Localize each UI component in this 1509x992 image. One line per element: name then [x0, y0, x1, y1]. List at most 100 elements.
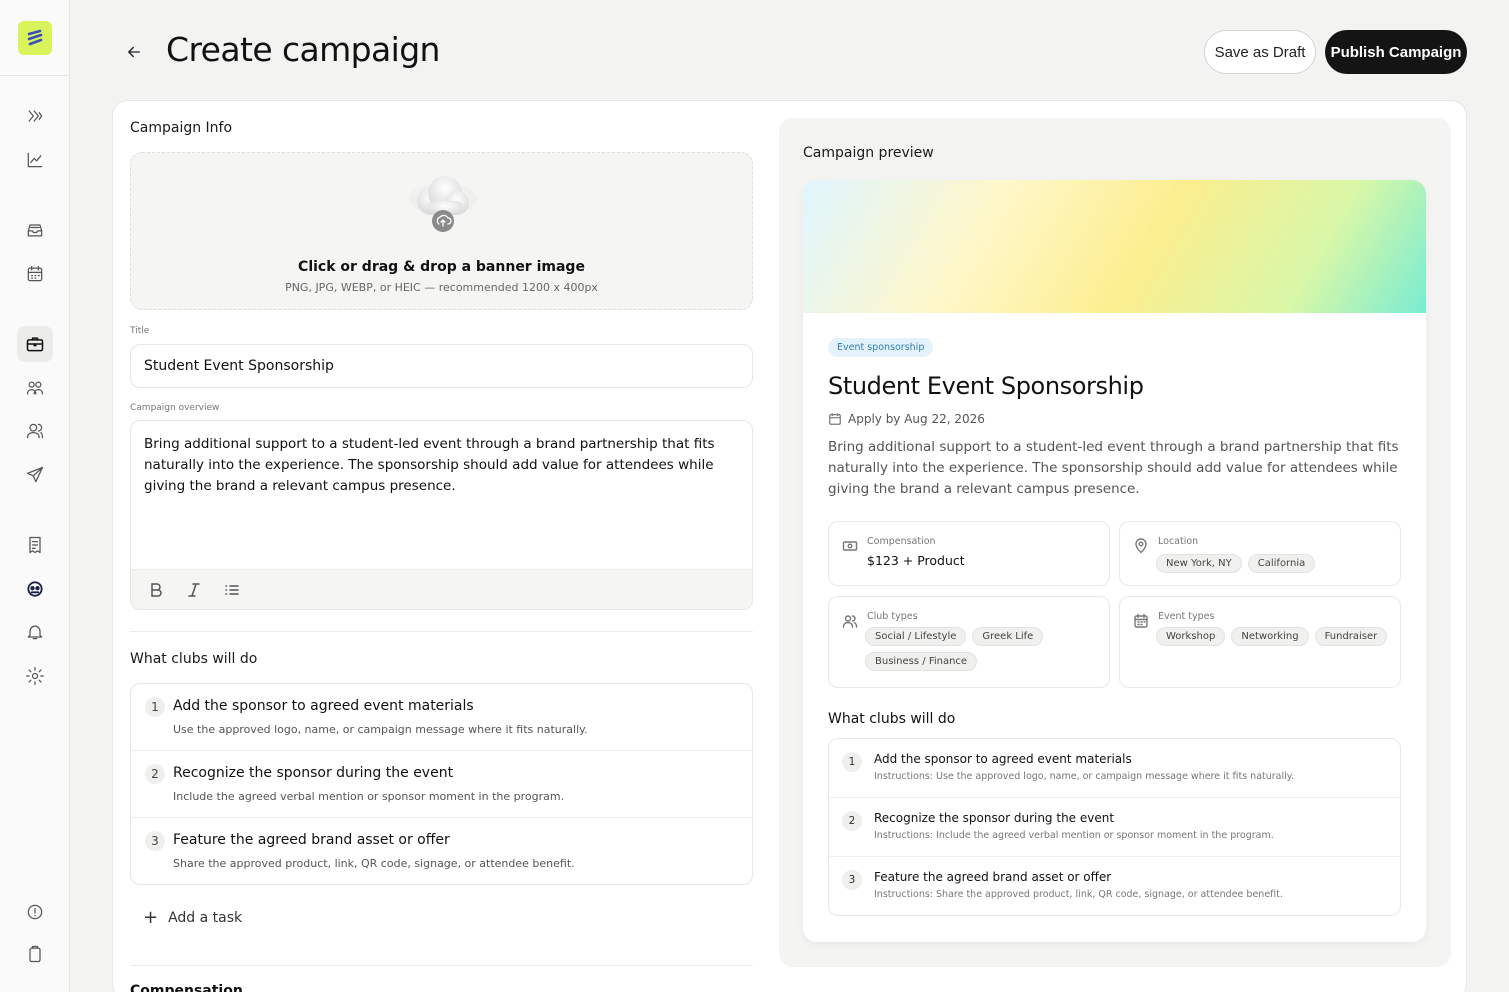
- apply-by-text: Apply by Aug 22, 2026: [848, 412, 985, 426]
- calendar-icon: [1133, 613, 1149, 629]
- task-list: 1 Add the sponsor to agreed event materi…: [130, 683, 753, 885]
- event-type-pills: Workshop Networking Fundraiser: [1156, 627, 1396, 646]
- dropzone-hint: PNG, JPG, WEBP, or HEIC — recommended 12…: [285, 281, 598, 294]
- section-divider: [130, 965, 753, 966]
- task-row[interactable]: 2 Recognize the sponsor during the event…: [131, 751, 752, 818]
- event-type-pill: Networking: [1231, 627, 1309, 646]
- send-icon[interactable]: [17, 457, 53, 493]
- overview-value: Bring additional support to a student-le…: [144, 436, 715, 494]
- location-label: Location: [1158, 536, 1199, 547]
- section-divider: [130, 631, 753, 632]
- cloud-upload-icon: [407, 169, 479, 233]
- clipboard-icon[interactable]: [17, 936, 53, 972]
- analytics-icon[interactable]: [17, 142, 53, 178]
- event-types-box: Event types Workshop Networking Fundrais…: [1119, 596, 1401, 688]
- bell-icon[interactable]: [17, 614, 53, 650]
- title-label: Title: [130, 326, 150, 336]
- location-pill: New York, NY: [1156, 554, 1242, 573]
- event-types-label: Event types: [1158, 611, 1215, 622]
- preview-task-row: 1 Add the sponsor to agreed event materi…: [829, 739, 1400, 798]
- compensation-value: $123 + Product: [867, 553, 965, 568]
- overview-textarea[interactable]: Bring additional support to a student-le…: [130, 420, 753, 610]
- bold-icon[interactable]: [147, 581, 165, 599]
- preview-task-list: 1 Add the sponsor to agreed event materi…: [828, 738, 1401, 916]
- club-type-pill: Greek Life: [972, 627, 1044, 646]
- publish-campaign-button[interactable]: Publish Campaign: [1325, 30, 1467, 74]
- task-row[interactable]: 1 Add the sponsor to agreed event materi…: [131, 684, 752, 751]
- task-description: Include the agreed verbal mention or spo…: [173, 790, 565, 803]
- task-title: Add the sponsor to agreed event material…: [173, 698, 474, 714]
- add-task-label: Add a task: [168, 910, 243, 926]
- support-icon[interactable]: [17, 571, 53, 607]
- task-number: 1: [145, 697, 165, 717]
- back-button[interactable]: [114, 32, 154, 72]
- preview-task-row: 2 Recognize the sponsor during the event…: [829, 798, 1400, 857]
- location-box: Location New York, NY California: [1119, 521, 1401, 586]
- location-pill: California: [1247, 554, 1316, 573]
- preview-banner: [803, 180, 1426, 313]
- task-number: 3: [842, 870, 862, 890]
- logo-icon: [27, 29, 42, 45]
- app-logo[interactable]: [17, 20, 52, 55]
- task-number: 2: [145, 764, 165, 784]
- location-pills: New York, NY California: [1156, 554, 1396, 573]
- task-instructions: Instructions: Share the approved product…: [874, 889, 1283, 900]
- task-number: 1: [842, 752, 862, 772]
- logo-area: [0, 0, 69, 76]
- compensation-box: Compensation $123 + Product: [828, 521, 1110, 586]
- event-type-pill: Fundraiser: [1314, 627, 1388, 646]
- receipt-icon[interactable]: [17, 527, 53, 563]
- calendar-icon: [829, 413, 841, 425]
- preview-overview: Bring additional support to a student-le…: [828, 439, 1399, 497]
- arrow-left-icon: [128, 46, 140, 58]
- campaign-info-heading: Campaign Info: [130, 120, 233, 136]
- club-type-pills: Social / Lifestyle Greek Life Business /…: [865, 627, 1105, 671]
- preview-heading: Campaign preview: [803, 145, 934, 161]
- preview-tasks-heading: What clubs will do: [828, 711, 956, 727]
- text-format-toolbar: [131, 569, 752, 609]
- task-description: Share the approved product, link, QR cod…: [173, 857, 575, 870]
- task-instructions: Instructions: Use the approved logo, nam…: [874, 771, 1295, 782]
- chevrons-icon[interactable]: [17, 98, 53, 134]
- title-input[interactable]: Student Event Sponsorship: [130, 344, 753, 388]
- task-title: Feature the agreed brand asset or offer: [874, 870, 1112, 884]
- event-type-pill: Workshop: [1156, 627, 1226, 646]
- calendar-icon[interactable]: [17, 256, 53, 292]
- sidebar: [0, 0, 70, 992]
- compensation-heading: Compensation: [130, 983, 243, 992]
- category-tag: Event sponsorship: [828, 338, 934, 357]
- bullet-list-icon[interactable]: [223, 581, 241, 599]
- club-type-pill: Social / Lifestyle: [865, 627, 967, 646]
- task-number: 3: [145, 831, 165, 851]
- groups-icon[interactable]: [17, 370, 53, 406]
- club-types-label: Club types: [867, 611, 918, 622]
- alert-icon[interactable]: [17, 894, 53, 930]
- inbox-icon[interactable]: [17, 212, 53, 248]
- users-icon: [842, 613, 858, 629]
- preview-card: Event sponsorship Student Event Sponsors…: [803, 180, 1426, 942]
- task-title: Feature the agreed brand asset or offer: [173, 832, 450, 848]
- task-description: Use the approved logo, name, or campaign…: [173, 723, 588, 736]
- task-title: Recognize the sponsor during the event: [874, 811, 1115, 825]
- banner-dropzone[interactable]: Click or drag & drop a banner image PNG,…: [130, 152, 753, 310]
- campaign-form-card: Campaign Info Click or drag & drop a ban…: [112, 100, 1467, 992]
- task-title: Recognize the sponsor during the event: [173, 765, 454, 781]
- users-icon[interactable]: [17, 413, 53, 449]
- gear-icon[interactable]: [17, 658, 53, 694]
- club-types-box: Club types Social / Lifestyle Greek Life…: [828, 596, 1110, 688]
- location-pin-icon: [1133, 538, 1149, 554]
- club-type-pill: Business / Finance: [865, 652, 978, 671]
- page-title: Create campaign: [166, 30, 440, 69]
- add-task-button[interactable]: + Add a task: [143, 909, 242, 927]
- preview-task-row: 3 Feature the agreed brand asset or offe…: [829, 857, 1400, 915]
- title-value: Student Event Sponsorship: [144, 358, 334, 374]
- save-draft-button[interactable]: Save as Draft: [1204, 30, 1316, 74]
- task-number: 2: [842, 811, 862, 831]
- briefcase-icon[interactable]: [17, 326, 53, 362]
- task-row[interactable]: 3 Feature the agreed brand asset or offe…: [131, 818, 752, 884]
- cash-icon: [842, 538, 858, 554]
- task-instructions: Instructions: Include the agreed verbal …: [874, 830, 1274, 841]
- italic-icon[interactable]: [185, 581, 203, 599]
- tasks-heading: What clubs will do: [130, 651, 258, 667]
- compensation-label: Compensation: [867, 536, 936, 547]
